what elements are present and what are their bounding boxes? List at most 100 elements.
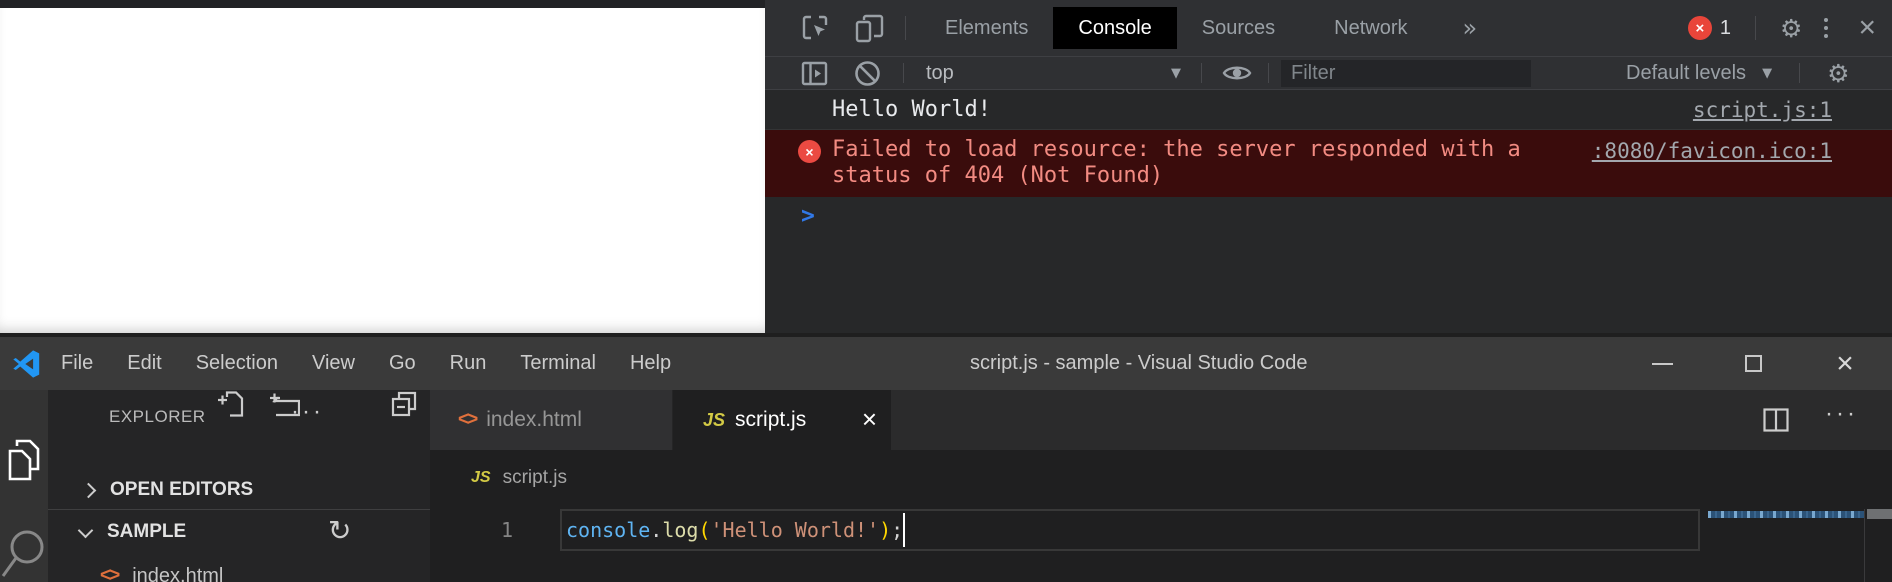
console-settings-gear-icon[interactable]: ⚙ [1827,59,1849,88]
new-file-icon[interactable] [217,390,245,418]
folder-name-label: SAMPLE [107,521,186,543]
vscode-titlebar: File Edit Selection View Go Run Terminal… [0,333,1892,390]
js-file-icon: JS [703,410,725,431]
browser-window: Elements Console Sources Network » × 1 ⚙… [0,0,1892,333]
split-editor-icon[interactable] [1763,408,1789,432]
vscode-menubar: File Edit Selection View Go Run Terminal… [44,337,688,390]
devtools-tab-console[interactable]: Console [1053,7,1176,49]
console-filter-input[interactable] [1281,60,1531,87]
console-source-link[interactable]: script.js:1 [1693,98,1832,122]
error-source-link[interactable]: :8080/favicon.ico:1 [1592,138,1832,164]
menu-terminal[interactable]: Terminal [503,337,613,390]
close-tab-icon[interactable]: × [862,404,877,434]
explorer-sidebar: EXPLORER ··· OPEN EDITORS SAMPLE [48,390,430,582]
devtools-settings-gear-icon[interactable]: ⚙ [1780,14,1802,43]
devtools-close-icon[interactable]: × [1858,13,1876,43]
vscode-main: EXPLORER ··· OPEN EDITORS SAMPLE [0,390,1892,582]
token-paren-close: ) [879,518,891,542]
error-badge-count: 1 [1720,17,1731,40]
file-item-label: index.html [132,565,223,582]
vscode-logo-icon [12,349,42,379]
token-console: console [566,518,650,542]
live-expression-eye-icon[interactable] [1222,63,1252,83]
divider [1755,16,1756,40]
editor-group: <> index.html JS script.js × ·· [430,390,1892,582]
inspect-element-icon[interactable] [801,14,830,43]
browser-page-blank [0,0,765,333]
editor-tab-script-js[interactable]: JS script.js × [673,390,891,450]
close-window-button[interactable]: × [1823,337,1867,390]
divider [1799,63,1800,83]
maximize-button[interactable] [1731,337,1775,390]
log-levels-selector[interactable]: Default levels ▼ [1626,62,1772,85]
open-editors-section[interactable]: OPEN EDITORS [48,470,430,510]
toggle-device-toolbar-icon[interactable] [854,14,885,43]
menu-run[interactable]: Run [433,337,504,390]
devtools-tabbar-right: × 1 ⚙ × [1688,13,1892,43]
window-title: script.js - sample - Visual Studio Code [970,337,1308,390]
folder-section-sample[interactable]: SAMPLE [48,512,430,552]
devtools-tabbar: Elements Console Sources Network » × 1 ⚙… [765,0,1892,57]
refresh-explorer-icon[interactable]: ↻ [328,514,351,547]
menu-file[interactable]: File [44,337,110,390]
breadcrumb[interactable]: JS script.js [430,450,1892,505]
tab-label: index.html [486,408,582,432]
editor-tabbar: <> index.html JS script.js × ·· [430,390,1892,450]
search-icon[interactable] [0,520,46,582]
collapse-folders-icon[interactable] [390,390,418,418]
explorer-title: EXPLORER [109,407,206,427]
new-folder-icon[interactable] [270,390,300,418]
menu-selection[interactable]: Selection [179,337,295,390]
scrollbar-thumb[interactable] [1867,509,1892,519]
file-item-index-html[interactable]: <> index.html [48,556,430,582]
chevron-down-icon [78,522,94,538]
html-file-icon: <> [458,409,476,431]
text-cursor [903,513,905,547]
console-error-line2: status of 404 (Not Found) [832,163,1892,189]
chevron-down-icon: ▼ [1762,66,1772,81]
error-count-badge[interactable]: × 1 [1688,16,1731,40]
clear-console-icon[interactable] [854,60,881,87]
breadcrumb-file-label: script.js [503,467,567,489]
log-levels-value: Default levels [1626,62,1746,85]
token-log: log [662,518,698,542]
screenshot-root: Elements Console Sources Network » × 1 ⚙… [0,0,1892,582]
console-sidebar-icon[interactable] [801,61,828,86]
devtools-menu-kebab-icon[interactable] [1824,18,1828,38]
divider [1201,63,1202,83]
line-number: 1 [430,509,513,551]
explorer-files-icon[interactable] [6,438,42,482]
menu-edit[interactable]: Edit [110,337,178,390]
open-editors-label: OPEN EDITORS [110,479,253,501]
minimize-button[interactable] [1640,337,1684,390]
token-semicolon: ; [891,518,903,542]
console-prompt-row[interactable]: > [765,197,1892,235]
minimap-scrollbar-divider [1864,509,1865,582]
divider [905,16,906,40]
menu-view[interactable]: View [295,337,372,390]
token-dot: . [650,518,662,542]
tab-label: script.js [735,408,806,432]
code-editor[interactable]: 1 console.log('Hello World!'); [430,505,1892,582]
devtools-tab-network[interactable]: Network [1309,7,1432,49]
menu-help[interactable]: Help [613,337,688,390]
frame-context-selector[interactable]: top ▼ [926,62,1181,85]
frame-context-value: top [926,62,954,85]
editor-more-actions-icon[interactable]: ··· [1825,400,1858,428]
more-tabs-chevron-icon[interactable]: » [1463,14,1478,42]
token-string: 'Hello World!' [711,518,880,542]
devtools-tab-elements[interactable]: Elements [920,7,1053,49]
menu-go[interactable]: Go [372,337,433,390]
console-error-row: × Failed to load resource: the server re… [765,130,1892,197]
editor-tab-index-html[interactable]: <> index.html [430,390,673,450]
console-log-row: Hello World! script.js:1 [765,90,1892,130]
devtools-panel: Elements Console Sources Network » × 1 ⚙… [765,0,1892,333]
html-file-icon: <> [100,565,118,582]
token-paren-open: ( [698,518,710,542]
chevron-right-icon [81,482,97,498]
error-badge-icon: × [1688,16,1712,40]
console-toolbar-right: Default levels ▼ ⚙ [1626,59,1865,88]
chevron-down-icon: ▼ [1171,66,1181,81]
devtools-tab-sources[interactable]: Sources [1177,7,1300,49]
maximize-icon [1745,355,1762,372]
